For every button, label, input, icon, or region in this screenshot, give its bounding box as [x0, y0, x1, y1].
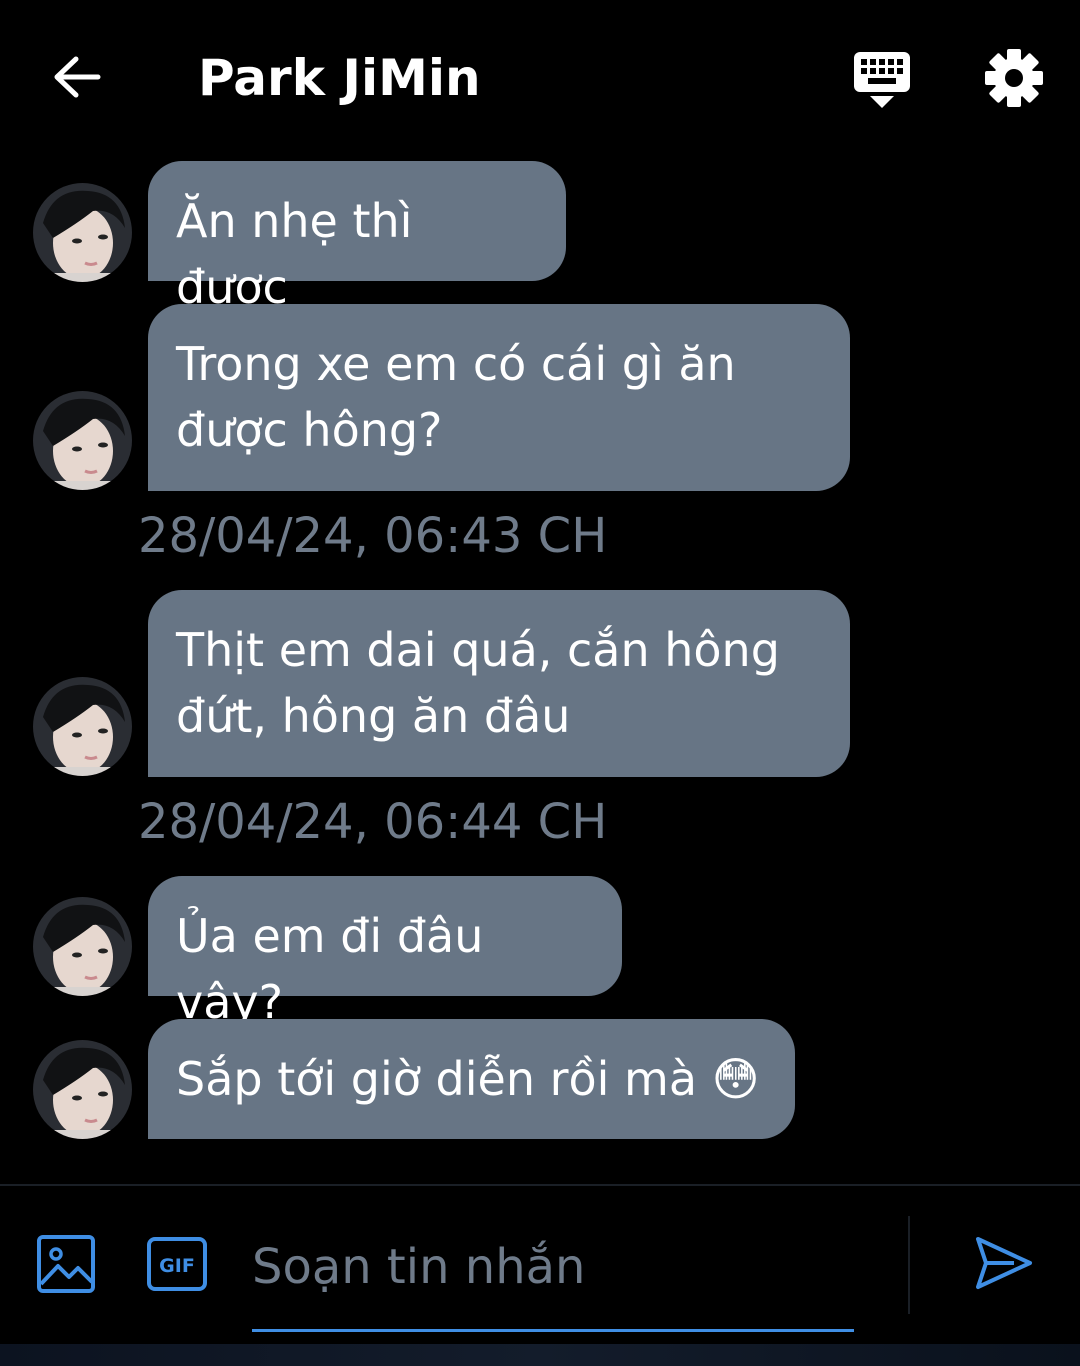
arrow-left-icon — [54, 56, 101, 98]
message-text: Ăn nhẹ thì được — [176, 194, 413, 314]
attach-image-button[interactable] — [36, 1234, 96, 1294]
gear-icon — [985, 49, 1043, 107]
keyboard-toggle-button[interactable] — [846, 46, 918, 112]
composer-vertical-divider — [908, 1216, 910, 1314]
composer-divider — [0, 1184, 1080, 1186]
settings-button[interactable] — [982, 46, 1046, 110]
conversation-title: Park JiMin — [198, 49, 481, 107]
image-icon — [37, 1235, 95, 1293]
message-bubble[interactable]: Ủa em đi đâu vậy? — [148, 876, 622, 1029]
message-text: Thịt em dai quá, cắn hông đứt, hông ăn đ… — [176, 623, 780, 743]
avatar-image — [33, 391, 132, 490]
gif-button[interactable]: GIF — [146, 1236, 208, 1292]
keyboard-hide-icon — [854, 52, 910, 108]
contact-avatar[interactable] — [33, 677, 132, 776]
contact-avatar[interactable] — [33, 391, 132, 490]
bottom-edge-strip — [0, 1344, 1080, 1366]
message-input-container — [252, 1232, 854, 1332]
message-timestamp: 28/04/24, 06:44 CH — [138, 794, 608, 850]
gif-label: GIF — [159, 1255, 195, 1277]
back-button[interactable] — [46, 48, 108, 106]
contact-avatar[interactable] — [33, 183, 132, 282]
message-bubble[interactable]: Sắp tới giờ diễn rồi mà 😳 — [148, 1019, 795, 1139]
message-bubble[interactable]: Thịt em dai quá, cắn hông đứt, hông ăn đ… — [148, 590, 850, 777]
avatar-image — [33, 183, 132, 282]
avatar-image — [33, 677, 132, 776]
message-timestamp: 28/04/24, 06:43 CH — [138, 508, 608, 564]
send-button[interactable] — [970, 1230, 1036, 1296]
send-icon — [976, 1237, 1032, 1289]
message-text: Trong xe em có cái gì ăn được hông? — [176, 337, 736, 457]
message-text: Sắp tới giờ diễn rồi mà 😳 — [176, 1052, 760, 1106]
gif-icon: GIF — [147, 1237, 207, 1291]
avatar-image — [33, 1040, 132, 1139]
message-bubble[interactable]: Trong xe em có cái gì ăn được hông? — [148, 304, 850, 491]
message-text: Ủa em đi đâu vậy? — [176, 909, 484, 1029]
message-input[interactable] — [252, 1232, 854, 1302]
contact-avatar[interactable] — [33, 1040, 132, 1139]
contact-avatar[interactable] — [33, 897, 132, 996]
message-bubble[interactable]: Ăn nhẹ thì được — [148, 161, 566, 314]
avatar-image — [33, 897, 132, 996]
chat-header: Park JiMin — [0, 0, 1080, 150]
